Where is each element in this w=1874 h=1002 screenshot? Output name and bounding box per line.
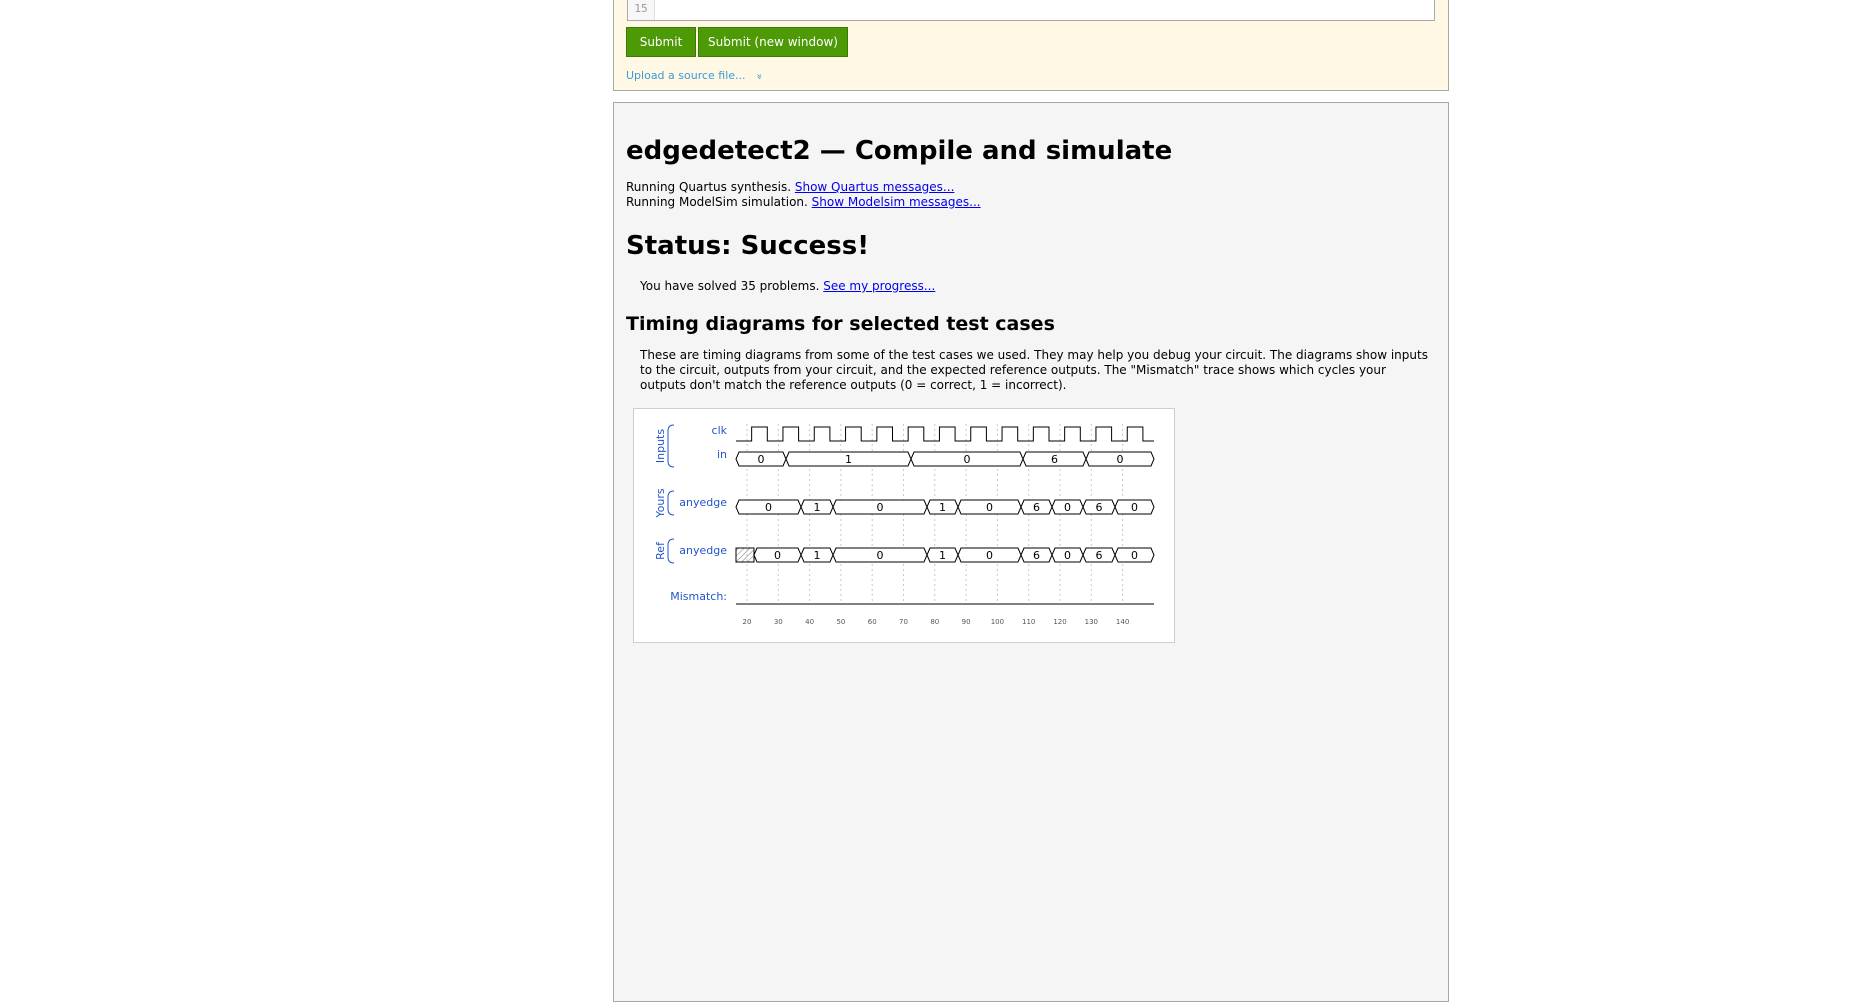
ref-bus-value: 6 bbox=[1096, 549, 1103, 562]
see-progress-link[interactable]: See my progress... bbox=[823, 279, 935, 293]
show-modelsim-messages-link[interactable]: Show Modelsim messages... bbox=[812, 195, 981, 209]
time-tick-label: 120 bbox=[1053, 618, 1066, 626]
ref-bus-value: 1 bbox=[939, 549, 946, 562]
results-panel: edgedetect2 — Compile and simulate Runni… bbox=[613, 102, 1449, 1002]
timing-description: These are timing diagrams from some of t… bbox=[640, 348, 1428, 392]
time-tick-label: 60 bbox=[868, 618, 877, 626]
time-tick-label: 40 bbox=[805, 618, 814, 626]
signal-label: anyedge bbox=[679, 496, 727, 509]
upload-source-link[interactable]: Upload a source file... » bbox=[626, 69, 765, 82]
solved-line: You have solved 35 problems. See my prog… bbox=[640, 279, 935, 293]
time-tick-label: 130 bbox=[1085, 618, 1098, 626]
time-tick-label: 90 bbox=[962, 618, 971, 626]
timing-diagram: 20 30 40 50 60 70 80 90 100 110 120 130 140 Inputs You… bbox=[633, 408, 1175, 643]
timing-diagram-svg: 20 30 40 50 60 70 80 90 100 110 120 130 140InputsYou… bbox=[654, 424, 1155, 626]
ref-bus-value: 0 bbox=[877, 549, 884, 562]
time-tick-label: 70 bbox=[899, 618, 908, 626]
group-label: Inputs bbox=[654, 429, 667, 463]
ref-bus-value: 0 bbox=[986, 549, 993, 562]
ref-bus-value: 0 bbox=[1064, 549, 1071, 562]
ref-bus-value: 1 bbox=[814, 549, 821, 562]
time-tick-label: 100 bbox=[991, 618, 1004, 626]
modelsim-line: Running ModelSim simulation. Show Models… bbox=[626, 195, 981, 209]
submit-button[interactable]: Submit bbox=[626, 27, 696, 57]
quartus-line: Running Quartus synthesis. Show Quartus … bbox=[626, 180, 954, 194]
signal-label: clk bbox=[712, 424, 728, 437]
in-bus-value: 0 bbox=[1117, 453, 1124, 466]
time-tick-label: 20 bbox=[743, 618, 752, 626]
submission-panel: 15 Submit Submit (new window) Upload a s… bbox=[613, 0, 1449, 91]
ref-bus-value: 0 bbox=[1131, 549, 1138, 562]
line-number: 15 bbox=[628, 0, 655, 20]
in-bus-value: 1 bbox=[845, 453, 852, 466]
yours-bus-value: 0 bbox=[765, 501, 772, 514]
yours-bus-value: 0 bbox=[1064, 501, 1071, 514]
group-label: Ref bbox=[654, 541, 667, 560]
solved-text: You have solved 35 problems. bbox=[640, 279, 820, 293]
quartus-text: Running Quartus synthesis. bbox=[626, 180, 792, 194]
group-label: Yours bbox=[654, 488, 667, 518]
yours-bus-value: 0 bbox=[1131, 501, 1138, 514]
in-bus-value: 0 bbox=[964, 453, 971, 466]
signal-label: anyedge bbox=[679, 544, 727, 557]
time-tick-label: 110 bbox=[1022, 618, 1035, 626]
time-tick-label: 50 bbox=[836, 618, 845, 626]
ref-bus-undefined bbox=[735, 547, 755, 563]
in-bus-value: 0 bbox=[758, 453, 765, 466]
time-tick-label: 30 bbox=[774, 618, 783, 626]
group-brace bbox=[667, 490, 675, 516]
time-tick-label: 140 bbox=[1116, 618, 1129, 626]
yours-bus-value: 0 bbox=[986, 501, 993, 514]
yours-bus-value: 6 bbox=[1033, 501, 1040, 514]
time-tick-label: 80 bbox=[930, 618, 939, 626]
in-bus-value: 6 bbox=[1051, 453, 1058, 466]
modelsim-text: Running ModelSim simulation. bbox=[626, 195, 808, 209]
show-quartus-messages-link[interactable]: Show Quartus messages... bbox=[795, 180, 955, 194]
status-heading: Status: Success! bbox=[626, 231, 870, 261]
signal-label: Mismatch: bbox=[670, 590, 727, 603]
timing-heading: Timing diagrams for selected test cases bbox=[626, 313, 1055, 335]
group-brace bbox=[667, 424, 675, 468]
signal-label: in bbox=[717, 448, 727, 461]
chevron-down-icon: » bbox=[753, 73, 765, 80]
yours-bus-value: 1 bbox=[939, 501, 946, 514]
page-title: edgedetect2 — Compile and simulate bbox=[626, 136, 1173, 166]
upload-source-label: Upload a source file... bbox=[626, 69, 746, 82]
yours-bus-value: 0 bbox=[877, 501, 884, 514]
yours-bus-value: 1 bbox=[814, 501, 821, 514]
group-brace bbox=[667, 538, 675, 564]
submit-new-window-button[interactable]: Submit (new window) bbox=[698, 27, 848, 57]
ref-bus-value: 6 bbox=[1033, 549, 1040, 562]
code-editor[interactable]: 15 bbox=[627, 0, 1435, 21]
ref-bus-value: 0 bbox=[774, 549, 781, 562]
yours-bus-value: 6 bbox=[1096, 501, 1103, 514]
